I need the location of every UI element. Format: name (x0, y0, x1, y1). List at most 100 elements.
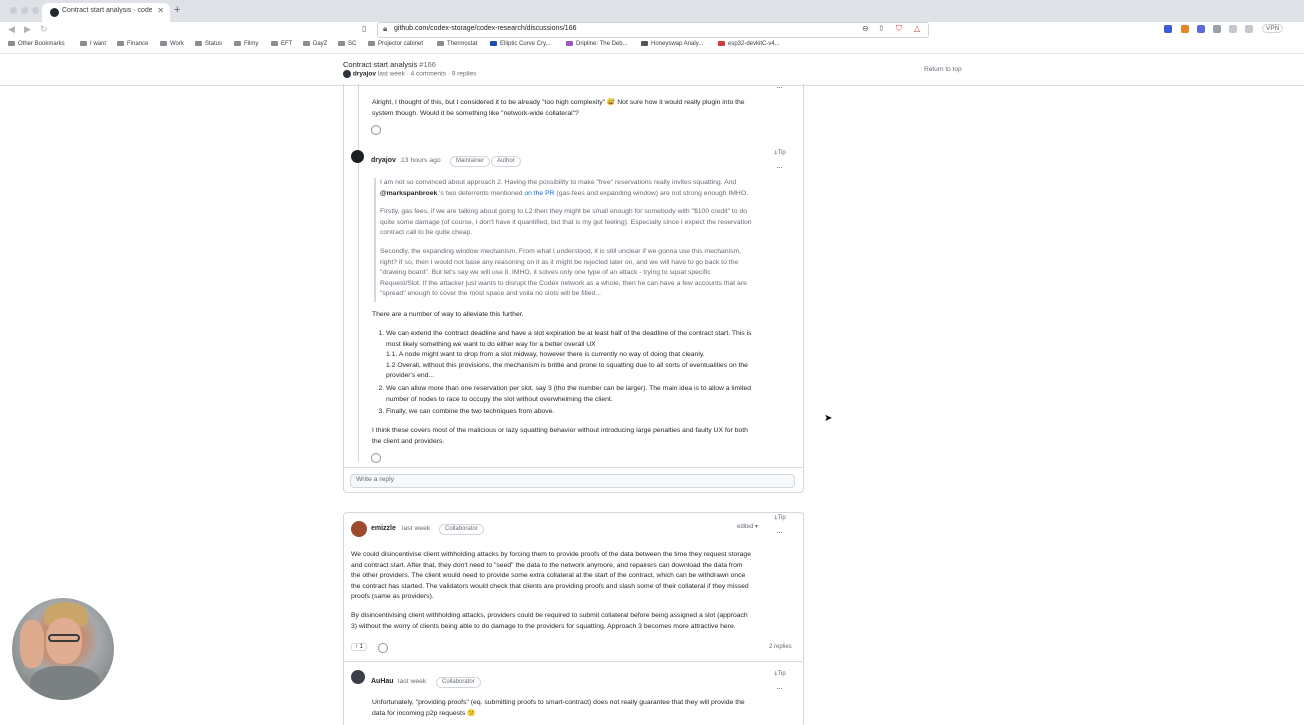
bookmark-item[interactable]: Dripline: The Deb... (566, 41, 628, 47)
metamask-icon[interactable] (1181, 25, 1189, 33)
bookmark-item[interactable]: Other Bookmarks (8, 41, 65, 47)
avatar-emizzle[interactable] (351, 521, 367, 537)
reply-input[interactable]: Write a reply (350, 474, 795, 488)
brave-rewards-icon[interactable]: △ (914, 24, 920, 33)
add-reaction-icon[interactable] (371, 453, 381, 463)
bookmark-item[interactable]: SC (338, 41, 356, 47)
add-reaction-icon[interactable] (378, 643, 388, 653)
tab-title: Contract start analysis · codex (62, 7, 152, 14)
lock-icon: 🔒︎ (383, 24, 388, 33)
mention-link[interactable]: @markspanbroek (380, 190, 437, 197)
comment-time[interactable]: last week (402, 525, 430, 532)
comments-count: 4 comments (410, 70, 447, 78)
back-icon[interactable]: ◀ (8, 24, 15, 35)
discussion-meta: dryajov last week · 4 comments · 9 repli… (343, 70, 476, 78)
more-options-icon[interactable]: ··· (776, 82, 783, 92)
bookmark-item[interactable]: EFT (271, 41, 292, 47)
bookmark-label: Projector cabinet (378, 41, 424, 48)
list-line: provider's end... (386, 372, 435, 380)
quote-line: "spread" enough to cover the most space … (380, 290, 601, 298)
bookmark-item[interactable]: Honeyswap Analy... (641, 41, 703, 47)
sidebar-icon[interactable] (1245, 25, 1253, 33)
minimize-window-icon[interactable] (21, 7, 28, 14)
tip-button[interactable]: ⍋Tip (774, 150, 786, 157)
forward-icon[interactable]: ▶ (24, 24, 31, 35)
author-link[interactable]: dryajov (353, 71, 376, 78)
bookmark-label: DayZ (313, 41, 328, 48)
more-options-icon[interactable]: ··· (776, 527, 783, 537)
replies-count[interactable]: 2 replies (769, 644, 792, 650)
list-line: 1.1. A node might want to drop from a sl… (386, 351, 705, 359)
bookmark-item[interactable]: I want (80, 41, 106, 47)
brave-shield-icon[interactable]: ⛉ (896, 24, 902, 34)
github-icon (50, 8, 59, 17)
bookmark-item[interactable]: Thermostat (437, 41, 477, 47)
closing-line: the client and providers. (372, 437, 445, 445)
browser-tab[interactable]: Contract start analysis · codex ✕ (42, 3, 170, 22)
close-tab-icon[interactable]: ✕ (157, 6, 164, 15)
list-item: We can allow more than one reservation p… (386, 384, 792, 405)
more-options-icon[interactable]: ··· (776, 162, 783, 172)
zoom-icon[interactable]: ⊖ (862, 24, 869, 33)
bookmark-label: Honeyswap Analy... (651, 41, 704, 48)
list-item: Finally, we can combine the two techniqu… (386, 407, 792, 418)
reply-body: Unfortunately, "providing proofs" (eq. s… (372, 698, 797, 719)
bookmark-item[interactable]: Filmy (234, 41, 258, 47)
avatar[interactable] (343, 70, 351, 78)
return-to-top-link[interactable]: Return to top (924, 66, 962, 73)
quote-text: (gas-fees and expanding window) are not … (554, 189, 748, 197)
author-name[interactable]: emizzle (371, 525, 396, 532)
tip-button[interactable]: ⍋Tip (774, 671, 786, 678)
close-window-icon[interactable] (10, 7, 17, 14)
new-tab-icon[interactable]: + (174, 4, 180, 16)
bookmark-item[interactable]: Finance (117, 41, 148, 47)
upvote-button[interactable]: ↑ 1 (351, 643, 368, 651)
reply-closing: I think these covers most of the malicio… (372, 426, 792, 447)
quote-line: Request/Slot. If the attacker just wants… (380, 279, 747, 287)
quote-text: 's two deterrents mentioned (437, 189, 525, 197)
author-badge: Author (491, 156, 521, 167)
maximize-window-icon[interactable] (32, 7, 39, 14)
reload-icon[interactable]: ↻ (40, 24, 48, 35)
tip-button[interactable]: ⍋Tip (774, 515, 786, 522)
address-bar[interactable]: 🔒︎ github.com/codex-storage/codex-resear… (377, 22, 929, 38)
closing-line: I think these covers most of the malicio… (372, 427, 748, 434)
author-name[interactable]: AuHau (371, 678, 394, 685)
quote-line: "drawing board". But let's say we will u… (380, 269, 711, 277)
vpn-button[interactable]: VPN (1262, 24, 1284, 33)
bookmark-item[interactable]: DayZ (303, 41, 327, 47)
menu-list-icon[interactable] (1229, 25, 1237, 33)
reply-intro: There are a number of way to alleviate t… (372, 311, 524, 318)
pr-link[interactable]: on the PR (524, 190, 554, 197)
avatar-auhau[interactable] (351, 670, 365, 684)
comment-line: proofs (same as providers). (351, 593, 434, 601)
bookmark-item[interactable]: Projector cabinet (368, 41, 423, 47)
edited-dropdown[interactable]: edited ▾ (737, 523, 758, 530)
bookmark-item[interactable]: Elliptic Curve Cry... (490, 41, 551, 47)
more-options-icon[interactable]: ··· (776, 683, 783, 693)
add-reaction-icon[interactable] (371, 125, 381, 135)
bookmark-label: Work (170, 41, 184, 48)
comment-time[interactable]: 13 hours ago (401, 157, 441, 164)
divider (344, 467, 802, 468)
comment-time[interactable]: last week (398, 678, 426, 685)
webcam-overlay (12, 598, 114, 700)
comment-line: By disincentivising client withholding a… (351, 611, 748, 619)
avatar-dryajov[interactable] (351, 150, 364, 163)
bookmark-item[interactable]: Status (195, 41, 222, 47)
share-icon[interactable]: ⇧ (878, 24, 885, 33)
extension-icon-3[interactable] (1197, 25, 1205, 33)
bookmark-item[interactable]: esp32-devkitC-v4... (718, 41, 780, 47)
bookmark-label: Dripline: The Deb... (576, 41, 628, 48)
extension-icon-1[interactable] (1164, 25, 1172, 33)
comment-line: the contract has started. The validators… (351, 582, 749, 590)
quote-line: Firstly, gas fees, if we are talking abo… (380, 208, 748, 216)
puzzle-icon[interactable] (1213, 25, 1221, 33)
author-name[interactable]: dryajov (371, 157, 396, 164)
comment-line: 3) without the worry of clients being ab… (351, 622, 736, 630)
bookmark-icon[interactable]: ▯ (362, 24, 366, 33)
quote-line: @markspanbroek 's two deterrents mention… (380, 189, 795, 200)
bookmark-item[interactable]: Work (160, 41, 184, 47)
webcam-shirt (30, 666, 100, 700)
discussion-title: Contract start analysis #166 (343, 60, 436, 69)
